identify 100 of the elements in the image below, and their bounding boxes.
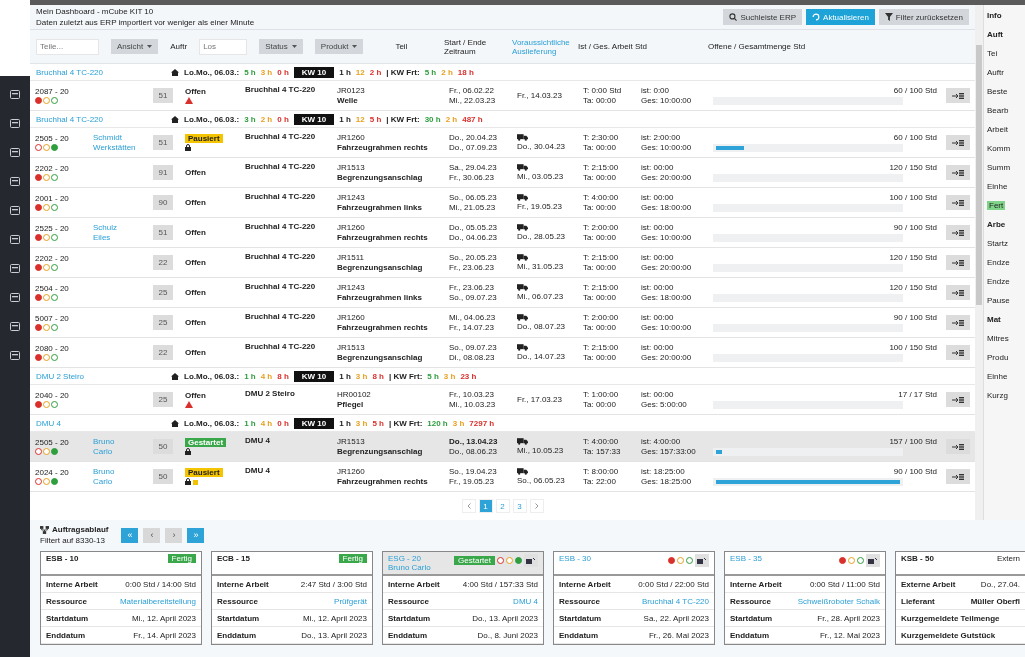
resource-link[interactable]: Materialbereitstellung — [119, 596, 196, 606]
quantity-button[interactable]: 51 — [153, 88, 173, 103]
panel-heading: Info — [987, 11, 1002, 20]
assign-button[interactable] — [695, 554, 709, 567]
assign-icon — [952, 198, 964, 207]
navigation-button[interactable]: ‹ — [143, 527, 161, 543]
view-dropdown[interactable]: Ansicht — [111, 39, 159, 54]
capacity-value: | KW Frt: — [388, 418, 423, 428]
quantity-button[interactable]: 25 — [153, 285, 173, 300]
resource-link[interactable]: Bruchhal 4 TC-220 — [642, 596, 709, 606]
part-filter-field[interactable]: Teile... — [36, 38, 99, 55]
article-name: Begrenzungsanschlag — [337, 173, 423, 182]
quantity-button[interactable]: 22 — [153, 345, 173, 360]
end-date: Do., 07.09.23 — [449, 143, 498, 152]
resource-link[interactable]: Prüfgerät — [334, 596, 367, 606]
operation-title[interactable]: ESB - 35 — [730, 554, 762, 563]
sidebar-nav-icon[interactable] — [10, 293, 20, 302]
order-number: 2505 - 20 — [35, 438, 69, 447]
status-badge: Gestartet — [454, 556, 495, 565]
product-dropdown[interactable]: Produkt — [314, 39, 364, 54]
house-icon — [171, 372, 179, 380]
status-dropdown[interactable]: Status — [259, 39, 303, 54]
resource-link[interactable]: Schweißroboter Schalk — [797, 596, 880, 606]
quantity-button[interactable]: 22 — [153, 255, 173, 270]
assign-button[interactable] — [946, 285, 970, 300]
assign-button[interactable] — [866, 554, 880, 567]
assign-button[interactable] — [946, 439, 970, 454]
assign-icon — [952, 91, 964, 100]
quantity-button[interactable]: 25 — [153, 392, 173, 407]
sidebar-nav-icon[interactable] — [10, 90, 20, 99]
assign-button[interactable] — [946, 225, 970, 240]
sidebar-nav-icon[interactable] — [10, 235, 20, 244]
field-label: Enddatum — [388, 630, 428, 640]
reset-filter-button[interactable]: Filter zurücksetzen — [878, 9, 969, 25]
customer-link[interactable]: Eiles — [93, 233, 111, 242]
quantity-button[interactable]: 50 — [153, 439, 173, 454]
status-label: Gestartet — [185, 438, 227, 447]
lot-filter-field[interactable]: Los — [199, 38, 248, 55]
assign-button[interactable] — [946, 165, 970, 180]
quantity-time: ist: 0:00 — [641, 86, 669, 95]
assign-button[interactable] — [946, 469, 970, 484]
quantity-button[interactable]: 91 — [153, 165, 173, 180]
assign-button[interactable] — [946, 195, 970, 210]
status-label: Offen — [185, 288, 206, 297]
operation-title: ECB - 15 — [217, 554, 250, 563]
assign-button[interactable] — [524, 554, 538, 567]
house-icon — [171, 68, 179, 76]
quantity-time: Ges: 18:00:00 — [641, 293, 692, 302]
assign-button[interactable] — [946, 255, 970, 270]
sidebar-nav-icon[interactable] — [10, 119, 20, 128]
capacity-value: 7297 h — [469, 418, 495, 428]
article-name: Fahrzeugrahmen rechts — [337, 233, 428, 242]
truck-icon — [517, 254, 528, 261]
customer-link[interactable]: Carlo — [93, 477, 113, 486]
customer-link[interactable]: Schmidt — [93, 133, 122, 142]
assign-button[interactable] — [946, 392, 970, 407]
hours-text: 90 / 100 Std — [893, 223, 937, 232]
assign-button[interactable] — [946, 135, 970, 150]
page-button[interactable]: 3 — [512, 499, 527, 513]
article-code: JR1513 — [337, 343, 365, 352]
assign-button[interactable] — [946, 315, 970, 330]
field-value: 4:00 Std / 157:33 Std — [462, 579, 538, 589]
quantity-button[interactable]: 51 — [153, 225, 173, 240]
customer-link[interactable]: Schulz — [93, 223, 117, 232]
quantity-button[interactable]: 51 — [153, 135, 173, 150]
quantity-button[interactable]: 50 — [153, 469, 173, 484]
search-button[interactable]: Suchleiste ERP — [723, 9, 803, 25]
order-number: 2504 - 20 — [35, 284, 69, 293]
status-label: Offen — [185, 198, 206, 207]
assign-button[interactable] — [946, 345, 970, 360]
navigation-button[interactable]: › — [165, 527, 183, 543]
operation-title[interactable]: ESB - 30 — [559, 554, 591, 563]
sidebar-nav-icon[interactable] — [10, 351, 20, 360]
resource-group-link[interactable]: DMU 2 Steiro — [36, 371, 171, 381]
week-chip: KW 10 — [293, 113, 335, 125]
sidebar-nav-icon[interactable] — [10, 322, 20, 331]
article-code: JR1511 — [337, 253, 364, 262]
column-header[interactable]: Voraussichtliche Auslieferung — [512, 37, 578, 56]
page-button[interactable]: 2 — [495, 499, 510, 513]
resource-link[interactable]: DMU 4 — [513, 596, 538, 606]
quantity-button[interactable]: 25 — [153, 315, 173, 330]
quantity-button[interactable]: 90 — [153, 195, 173, 210]
assign-button[interactable] — [946, 88, 970, 103]
customer-link[interactable]: Bruno — [93, 467, 115, 476]
capacity-value: 5 h — [427, 371, 439, 381]
work-time: T: 2:15:00 — [583, 163, 619, 172]
sidebar-nav-icon[interactable] — [10, 264, 20, 273]
delivery-date: Do., 30.04.23 — [517, 142, 566, 151]
capacity-value: 3 h — [355, 371, 368, 381]
order-row[interactable]: 2505 - 20 Bruno Carlo 50 Gestartet DMU 4 JR1513 Begrenzungsanschlag Do., 13.04.23 Do., 08.06.23 Mi., 10.05.23 T: 4:00:00 Ta: 157:33 ist: 4:00:00 Ges: 157:33:00 157 / 100 Std — [30, 432, 975, 462]
customer-link[interactable]: Werkstätten — [93, 143, 136, 152]
resource-group-link[interactable]: Bruchhal 4 TC-220 — [36, 67, 171, 77]
resource-group-link[interactable]: DMU 4 — [36, 418, 171, 428]
capacity-value: 2 h — [369, 67, 382, 77]
status-label: Offen — [185, 318, 206, 327]
sidebar-nav-icon[interactable] — [10, 148, 20, 157]
resource-group-link[interactable]: Bruchhal 4 TC-220 — [36, 114, 171, 124]
scrollbar-thumb[interactable] — [976, 45, 982, 305]
sidebar-nav-icon[interactable] — [10, 206, 20, 215]
sidebar-nav-icon[interactable] — [10, 177, 20, 186]
